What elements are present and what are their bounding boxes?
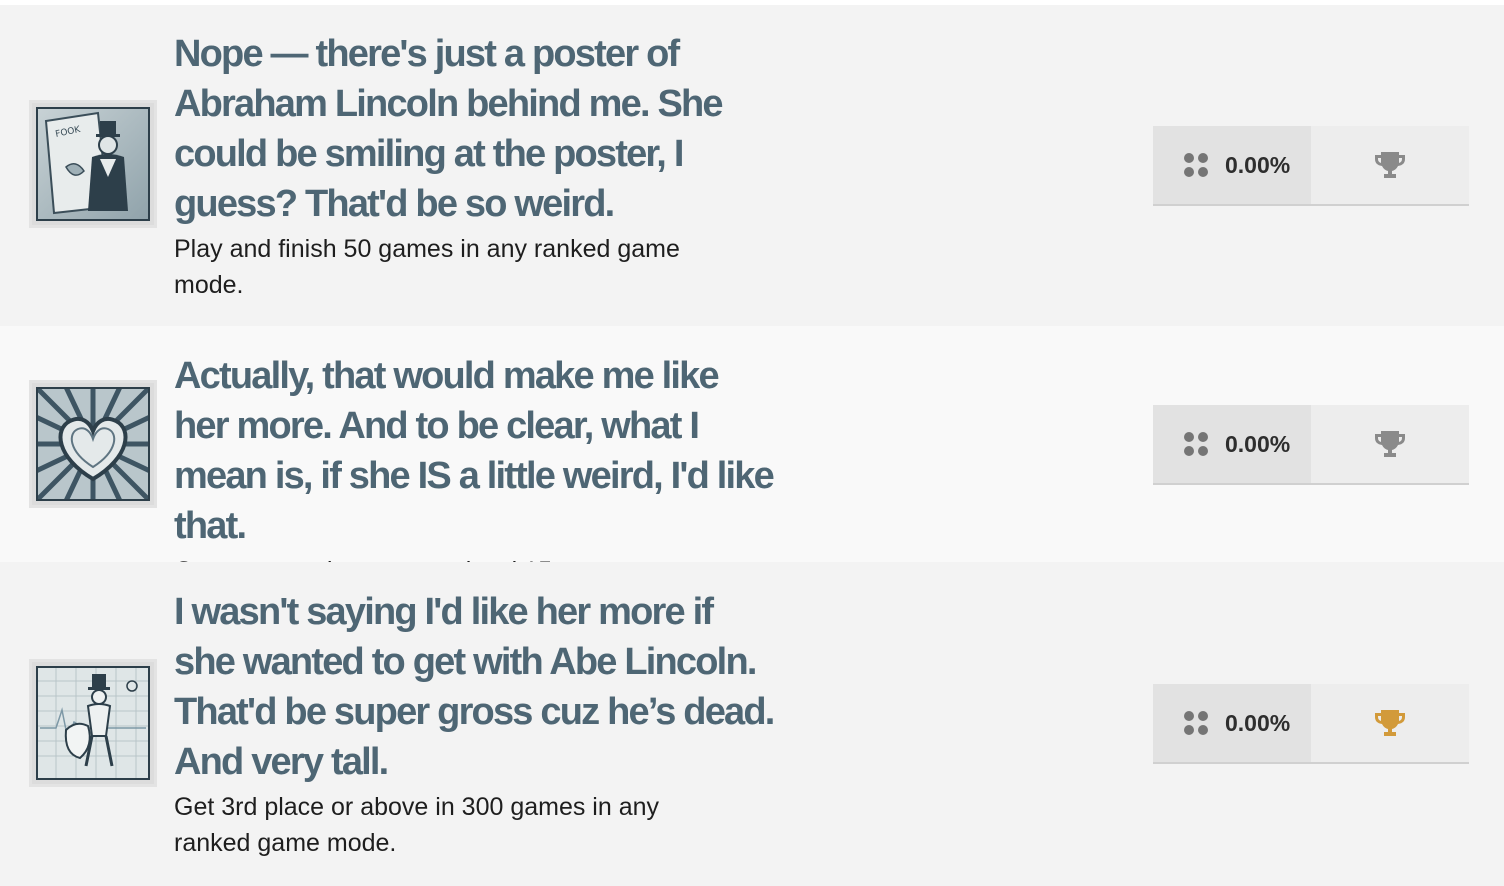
unlock-percent: 0.00% [1225, 151, 1291, 178]
trophy-icon [1375, 710, 1405, 736]
achievement-stat: 0.00% [1153, 405, 1469, 483]
lincoln-sketch-icon [29, 659, 157, 787]
unlock-percent: 0.00% [1225, 709, 1291, 736]
achievement-description: Get 3rd place or above in 300 games in a… [174, 793, 660, 857]
unlock-percent: 0.00% [1225, 430, 1291, 457]
grid-dots-icon [1184, 153, 1208, 177]
achievement-row: I wasn't saying I'd like her more if she… [0, 562, 1504, 886]
unlock-percent-badge: 0.00% [1153, 126, 1311, 204]
unlock-percent-badge: 0.00% [1153, 684, 1311, 762]
heart-burst-icon [29, 380, 157, 508]
achievement-stat: 0.00% [1153, 684, 1469, 762]
achievement-text: I wasn't saying I'd like her more if she… [174, 587, 784, 861]
trophy-badge [1311, 126, 1469, 204]
achievement-title: Actually, that would make me like her mo… [174, 355, 775, 547]
lincoln-poster-icon: FOOK [29, 100, 157, 228]
achievement-description: Play and finish 50 games in any ranked g… [174, 235, 680, 299]
achievement-text: Actually, that would make me like her mo… [174, 351, 784, 589]
achievement-stat: 0.00% [1153, 126, 1469, 204]
trophy-icon [1375, 431, 1405, 457]
trophy-badge [1311, 405, 1469, 483]
grid-dots-icon [1184, 711, 1208, 735]
unlock-percent-badge: 0.00% [1153, 405, 1311, 483]
achievement-row: FOOK Nope — there's just a poster of Abr… [0, 5, 1504, 326]
achievement-text: Nope — there's just a poster of Abraham … [174, 29, 784, 303]
grid-dots-icon [1184, 432, 1208, 456]
trophy-badge [1311, 684, 1469, 762]
achievement-title: I wasn't saying I'd like her more if she… [174, 591, 775, 783]
trophy-icon [1375, 152, 1405, 178]
achievement-row: Actually, that would make me like her mo… [0, 326, 1504, 585]
achievement-title: Nope — there's just a poster of Abraham … [174, 33, 724, 225]
achievement-list: FOOK Nope — there's just a poster of Abr… [0, 0, 1504, 886]
